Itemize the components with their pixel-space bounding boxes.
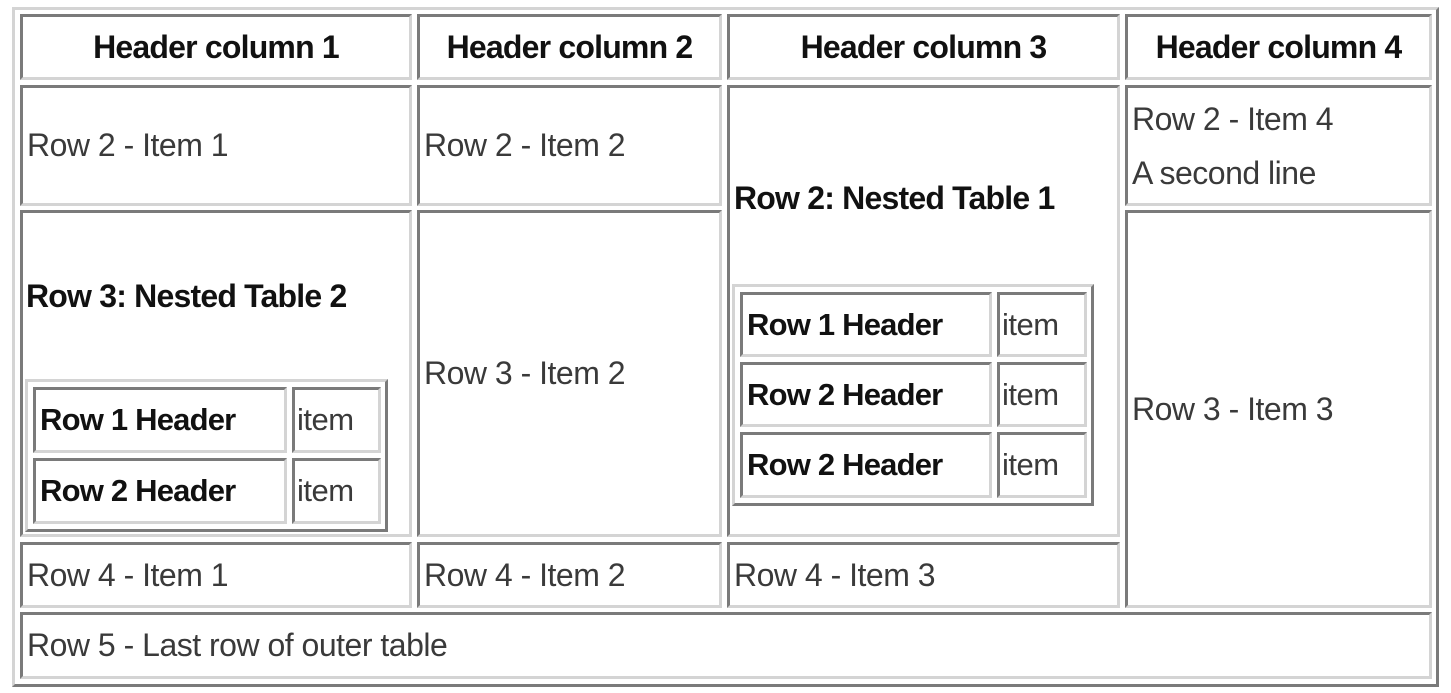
row2-item4-cell: Row 2 - Item 4 A second line <box>1125 85 1432 206</box>
header-column-3: Header column 3 <box>727 14 1120 80</box>
nested-table-1-row-header: Row 2 Header <box>740 362 992 427</box>
row4-item2-cell: Row 4 - Item 2 <box>417 542 722 608</box>
row4-item3-cell: Row 4 - Item 3 <box>727 542 1120 608</box>
row2-item2-cell: Row 2 - Item 2 <box>417 85 722 206</box>
nested-table-2-item: item <box>292 458 381 524</box>
nested-table-1-row-header: Row 1 Header <box>740 292 992 357</box>
nested-table-2-item: item <box>292 387 381 453</box>
row2-item1-cell: Row 2 - Item 1 <box>20 85 412 206</box>
header-column-2: Header column 2 <box>417 14 722 80</box>
row3-item3-cell: Row 3 - Item 3 <box>1125 210 1432 608</box>
header-column-4: Header column 4 <box>1125 14 1432 80</box>
nested-table-1-item: item <box>997 292 1087 357</box>
row2-item4-line2: A second line <box>1132 154 1316 191</box>
nested-table-1-row-header: Row 2 Header <box>740 432 992 498</box>
nested-table-1-item: item <box>997 362 1087 427</box>
header-column-1: Header column 1 <box>20 14 412 80</box>
nested-table-1-item: item <box>997 432 1087 498</box>
nested-table-1-caption: Row 2: Nested Table 1 <box>734 180 1055 216</box>
nested-table-2-row-header: Row 2 Header <box>33 458 287 524</box>
row4-item1-cell: Row 4 - Item 1 <box>20 542 412 608</box>
row5-cell: Row 5 - Last row of outer table <box>20 612 1432 679</box>
nested-table-2-row-header: Row 1 Header <box>33 387 287 453</box>
row3-item2-cell: Row 3 - Item 2 <box>417 210 722 537</box>
row2-item4-line1: Row 2 - Item 4 <box>1132 100 1334 137</box>
nested-table-2-caption: Row 3: Nested Table 2 <box>26 278 347 314</box>
